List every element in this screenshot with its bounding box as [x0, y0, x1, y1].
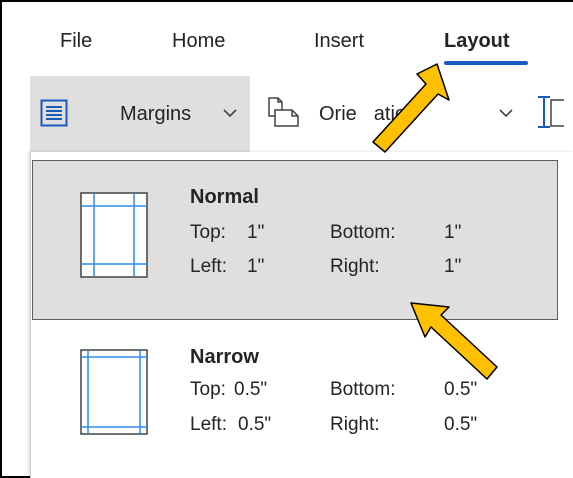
option-bottom-label: Bottom: [330, 379, 396, 400]
active-tab-indicator [444, 61, 528, 65]
option-bottom-label: Bottom: [330, 222, 396, 243]
option-right-label: Right: [330, 256, 380, 277]
option-right-value: 0.5" [444, 414, 478, 435]
option-bottom-value: 1" [444, 222, 462, 243]
size-icon[interactable] [534, 94, 564, 130]
option-left-value: 1" [247, 256, 265, 277]
option-top-label: Top: [190, 379, 226, 400]
option-top-label: Top: [190, 222, 226, 243]
option-left-label: Left: [190, 256, 227, 277]
margins-label: Margins [120, 103, 192, 125]
narrow-margins-page-icon [80, 349, 148, 435]
orientation-label-start: Orie [319, 103, 357, 125]
orientation-icon [268, 97, 299, 127]
option-right-label: Right: [330, 414, 380, 435]
tab-home[interactable]: Home [172, 30, 225, 53]
option-title: Narrow [190, 346, 259, 368]
tab-file[interactable]: File [60, 30, 92, 53]
chevron-down-icon [499, 109, 513, 118]
annotation-arrow-icon [410, 302, 498, 380]
option-left-label: Left: [190, 414, 227, 435]
tab-layout[interactable]: Layout [444, 30, 510, 53]
normal-margins-page-icon [80, 192, 148, 278]
tab-insert[interactable]: Insert [314, 30, 364, 53]
margins-icon [40, 99, 68, 127]
option-top-value: 0.5" [234, 379, 268, 400]
chevron-down-icon [223, 109, 237, 118]
option-right-value: 1" [444, 256, 462, 277]
option-title: Normal [190, 186, 259, 208]
option-left-value: 0.5" [238, 414, 272, 435]
annotation-arrow-icon [372, 63, 450, 153]
option-top-value: 1" [247, 222, 265, 243]
